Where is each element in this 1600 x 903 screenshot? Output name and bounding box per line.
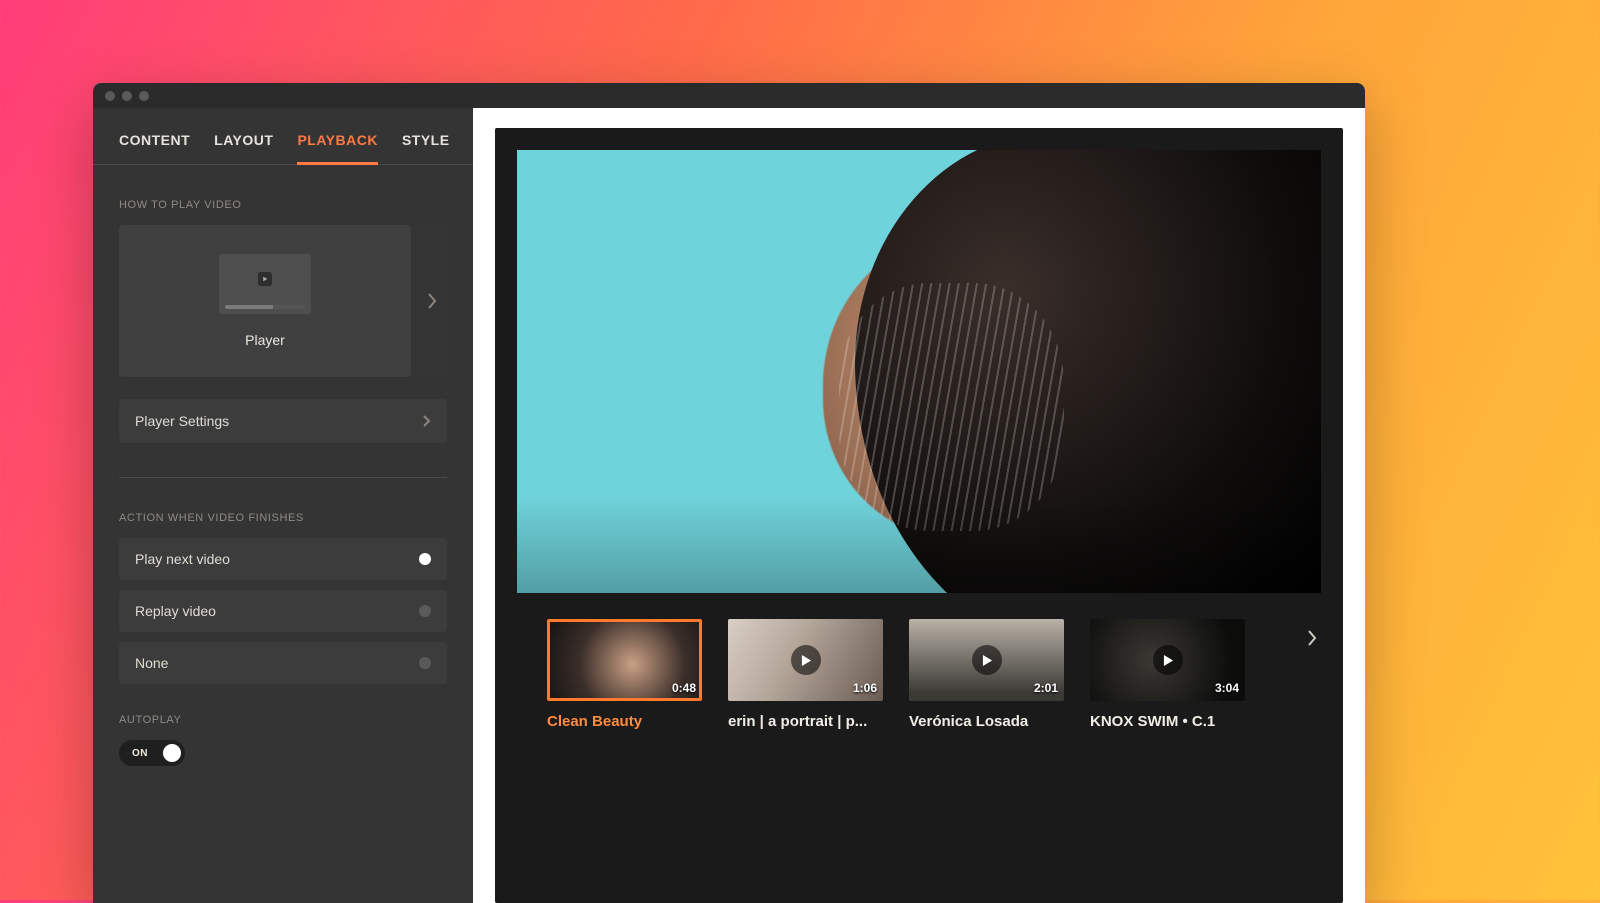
player-stage: 0:48 Clean Beauty 1:06 erin | a portrait…	[495, 128, 1343, 903]
play-overlay-icon	[1153, 645, 1183, 675]
chevron-right-icon	[423, 415, 431, 427]
finish-option-play-next[interactable]: Play next video	[119, 538, 447, 580]
tab-content[interactable]: CONTENT	[119, 132, 190, 164]
playlist-item: 0:48 Clean Beauty	[547, 619, 702, 730]
tab-layout[interactable]: LAYOUT	[214, 132, 273, 164]
toggle-knob-icon	[163, 744, 181, 762]
duration-badge: 0:48	[672, 681, 696, 695]
finish-option-label: None	[135, 655, 168, 671]
settings-tabs: CONTENT LAYOUT PLAYBACK STYLE	[93, 108, 473, 165]
playlist-title[interactable]: Verónica Losada	[909, 713, 1064, 730]
window-close-dot[interactable]	[105, 91, 115, 101]
duration-badge: 1:06	[853, 681, 877, 695]
preview-pane: 0:48 Clean Beauty 1:06 erin | a portrait…	[473, 108, 1365, 903]
duration-badge: 3:04	[1215, 681, 1239, 695]
autoplay-section: AUTOPLAY ON	[93, 684, 473, 766]
playlist-item: 3:04 KNOX SWIM • C.1	[1090, 619, 1245, 730]
playlist-item: 1:06 erin | a portrait | p...	[728, 619, 883, 730]
section-finish-label: ACTION WHEN VIDEO FINISHES	[93, 478, 473, 538]
main-video-frame[interactable]	[517, 150, 1321, 593]
tab-playback[interactable]: PLAYBACK	[297, 132, 378, 165]
playlist-next-button[interactable]	[1299, 625, 1325, 651]
finish-option-none[interactable]: None	[119, 642, 447, 684]
player-settings-button[interactable]: Player Settings	[119, 399, 447, 443]
video-art	[517, 496, 1321, 594]
play-overlay-icon	[972, 645, 1002, 675]
window-titlebar	[93, 83, 1365, 108]
play-mode-caption: Player	[245, 332, 285, 348]
play-icon	[258, 272, 272, 286]
window-max-dot[interactable]	[139, 91, 149, 101]
playlist-item: 2:01 Verónica Losada	[909, 619, 1064, 730]
settings-sidebar: CONTENT LAYOUT PLAYBACK STYLE HOW TO PLA…	[93, 108, 473, 903]
app-body: CONTENT LAYOUT PLAYBACK STYLE HOW TO PLA…	[93, 108, 1365, 903]
playlist-title[interactable]: KNOX SWIM • C.1	[1090, 713, 1245, 730]
autoplay-toggle-label: ON	[123, 748, 157, 759]
play-mode-card-player[interactable]: Player	[119, 225, 411, 377]
radio-indicator-icon	[419, 657, 431, 669]
playlist-thumb[interactable]: 1:06	[728, 619, 883, 701]
tab-style[interactable]: STYLE	[402, 132, 450, 164]
duration-badge: 2:01	[1034, 681, 1058, 695]
play-mode-next-button[interactable]	[417, 225, 447, 377]
chevron-right-icon	[1307, 630, 1317, 646]
play-mode-picker: Player	[93, 225, 473, 377]
section-howto-label: HOW TO PLAY VIDEO	[93, 165, 473, 225]
radio-indicator-icon	[419, 553, 431, 565]
window-min-dot[interactable]	[122, 91, 132, 101]
video-art	[839, 283, 1064, 531]
player-thumbnail-icon	[219, 254, 311, 314]
playlist-title[interactable]: erin | a portrait | p...	[728, 713, 883, 730]
playlist-title[interactable]: Clean Beauty	[547, 713, 702, 730]
autoplay-toggle[interactable]: ON	[119, 740, 185, 766]
app-window: CONTENT LAYOUT PLAYBACK STYLE HOW TO PLA…	[93, 83, 1365, 903]
radio-indicator-icon	[419, 605, 431, 617]
play-overlay-icon	[791, 645, 821, 675]
playlist-thumb[interactable]: 2:01	[909, 619, 1064, 701]
section-autoplay-label: AUTOPLAY	[119, 714, 447, 740]
chevron-right-icon	[427, 293, 437, 309]
playlist-thumb[interactable]: 3:04	[1090, 619, 1245, 701]
finish-option-label: Play next video	[135, 551, 230, 567]
player-settings-label: Player Settings	[135, 413, 229, 429]
playlist-thumb[interactable]: 0:48	[547, 619, 702, 701]
finish-option-replay[interactable]: Replay video	[119, 590, 447, 632]
finish-option-label: Replay video	[135, 603, 216, 619]
finish-action-radio-group: Play next video Replay video None	[93, 538, 473, 684]
playlist-strip: 0:48 Clean Beauty 1:06 erin | a portrait…	[517, 593, 1321, 730]
